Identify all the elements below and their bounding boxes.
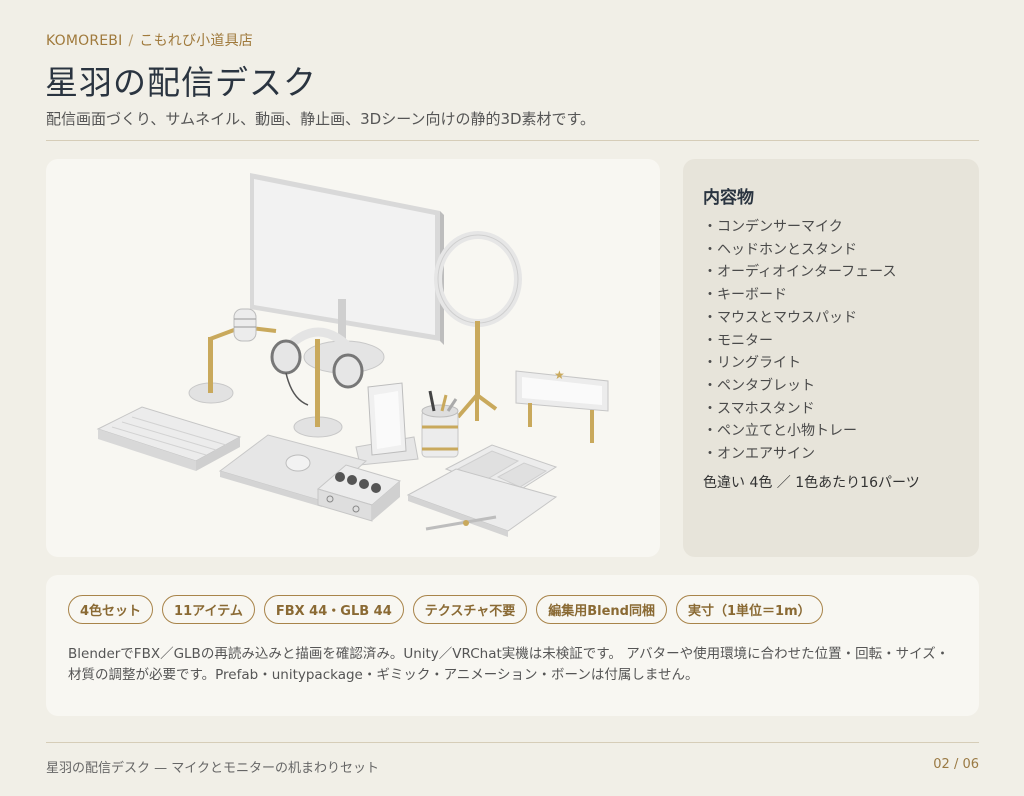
tag-badge: 11アイテム — [162, 595, 255, 624]
compatibility-note: BlenderでFBX／GLBの再読み込みと描画を確認済み。Unity／VRCh… — [68, 644, 957, 686]
page-title: 星羽の配信デスク — [45, 63, 317, 102]
page-subtitle: 配信画面づくり、サムネイル、動画、静止画、3Dシーン向けの静的3D素材です。 — [46, 110, 596, 128]
on-air-sign-model: ★ — [515, 368, 609, 443]
breadcrumb-separator: / — [128, 33, 134, 49]
tag-row: 4色セット 11アイテム FBX 44・GLB 44 テクスチャ不要 編集用Bl… — [68, 595, 957, 624]
keyboard-model — [96, 406, 242, 471]
list-item: モニター — [703, 330, 959, 353]
tag-badge: 実寸（1単位＝1m） — [676, 595, 823, 624]
list-item: オーディオインターフェース — [703, 261, 959, 284]
headphones-model — [270, 327, 364, 438]
list-item: コンデンサーマイク — [703, 216, 959, 239]
list-item: マウスとマウスパッド — [703, 307, 959, 330]
contents-panel: 内容物 コンデンサーマイク ヘッドホンとスタンド オーディオインターフェース キ… — [683, 159, 979, 557]
top-divider — [46, 140, 979, 141]
bottom-divider — [46, 742, 979, 743]
footer-caption: 星羽の配信デスク — マイクとモニターの机まわりセット — [46, 761, 380, 776]
list-item: リングライト — [703, 352, 959, 375]
ring-light-model — [434, 231, 522, 421]
tag-badge: 4色セット — [68, 595, 154, 624]
tag-badge: 編集用Blend同梱 — [536, 595, 667, 624]
list-item: ペン立てと小物トレー — [703, 420, 959, 443]
tag-badge: テクスチャ不要 — [412, 595, 528, 624]
variant-note: 色違い 4色 ／ 1色あたり16パーツ — [703, 474, 920, 491]
list-item: ヘッドホンとスタンド — [703, 239, 959, 262]
desk-items-illustration: ★ — [96, 173, 609, 537]
list-item: キーボード — [703, 284, 959, 307]
microphone-model — [188, 308, 277, 404]
svg-text:★: ★ — [554, 368, 565, 382]
list-item: オンエアサイン — [703, 443, 959, 466]
list-item: ペンタブレット — [703, 375, 959, 398]
brand-label: KOMOREBI — [46, 33, 123, 49]
compatibility-line: 材質の調整が必要です。Prefab・unitypackage・ギミック・アニメー… — [68, 667, 699, 683]
contents-title: 内容物 — [703, 188, 754, 208]
list-item: スマホスタンド — [703, 398, 959, 421]
mouse-model — [285, 454, 311, 472]
info-panel: 4色セット 11アイテム FBX 44・GLB 44 テクスチャ不要 編集用Bl… — [46, 575, 979, 716]
pen-holder-model — [421, 390, 459, 458]
page-number: 02 / 06 — [933, 757, 979, 772]
compatibility-line: BlenderでFBX／GLBの再読み込みと描画を確認済み。Unity／VRCh… — [68, 646, 950, 662]
shop-label: こもれび小道具店 — [139, 33, 253, 49]
phone-stand-model — [355, 382, 419, 466]
product-render: ★ — [46, 159, 660, 557]
breadcrumb: KOMOREBI / こもれび小道具店 — [46, 30, 253, 50]
tag-badge: FBX 44・GLB 44 — [263, 595, 404, 624]
contents-list: コンデンサーマイク ヘッドホンとスタンド オーディオインターフェース キーボード… — [703, 216, 959, 466]
